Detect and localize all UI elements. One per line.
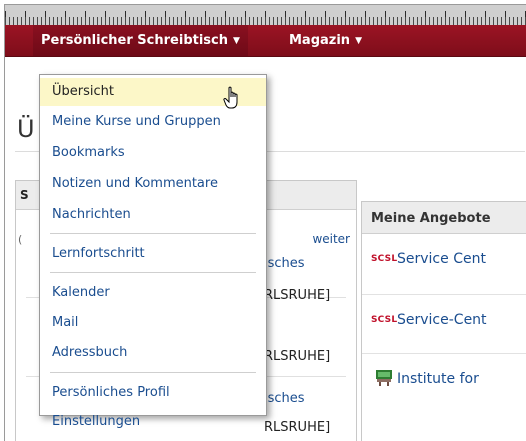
my-offers-title: Meine Angebote [371,211,491,226]
scsl-logo-icon: SCSL [371,254,398,264]
menu-item-calendar[interactable]: Kalender [40,279,266,307]
offer-item-3[interactable]: Institute for [362,354,526,412]
page-title: Ü [17,115,35,143]
menu-item-messages[interactable]: Nachrichten [40,201,266,229]
ruler-strip [5,5,526,25]
offer-item-2[interactable]: SCSL Service-Cent [362,295,526,353]
offer-link[interactable]: Institute for [397,371,479,387]
more-link[interactable]: weiter [312,232,350,246]
main-menu-bar: Persönlicher Schreibtisch ▼ Magazin ▼ [5,25,526,57]
menu-personal-desktop-label: Persönlicher Schreibtisch [41,33,228,48]
menu-personal-desktop[interactable]: Persönlicher Schreibtisch ▼ [33,25,248,56]
browser-viewport: Persönlicher Schreibtisch ▼ Magazin ▼ Ü S … [4,4,526,441]
menu-item-my-courses[interactable]: Meine Kurse und Gruppen [40,108,266,136]
left-panel-paren: ( [18,233,23,246]
caret-down-icon: ▼ [355,36,362,46]
personal-desktop-dropdown: Übersicht Meine Kurse und Gruppen Bookma… [39,74,267,429]
menu-item-bookmarks[interactable]: Bookmarks [40,139,266,167]
list-item-fragment: RLSRUHE] [264,288,331,303]
list-item-fragment[interactable]: isches [264,256,305,271]
menu-magazin[interactable]: Magazin ▼ [283,25,368,56]
menu-separator [50,272,256,273]
list-item-fragment[interactable]: isches [264,391,305,406]
institute-icon [376,370,392,386]
menu-separator [50,372,256,373]
list-item-fragment: RLSRUHE] [264,420,331,435]
hand-cursor-icon [223,86,238,109]
list-item-fragment: RLSRUHE] [264,349,331,364]
menu-separator [50,233,256,234]
menu-item-notes[interactable]: Notizen und Kommentare [40,170,266,198]
menu-item-profile[interactable]: Persönliches Profil [40,379,266,407]
my-offers-header: Meine Angebote [362,202,526,234]
caret-down-icon: ▼ [233,36,240,46]
offer-item-1[interactable]: SCSL Service Cent [362,234,526,292]
my-offers-panel: Meine Angebote SCSL Service Cent SCSL Se… [361,201,526,441]
menu-item-address-book[interactable]: Adressbuch [40,339,266,367]
menu-magazin-label: Magazin [289,33,351,48]
left-panel-title: S [20,188,29,202]
menu-item-settings[interactable]: Einstellungen [40,408,266,430]
menu-item-mail[interactable]: Mail [40,309,266,337]
menu-item-learning-progress[interactable]: Lernfortschritt [40,240,266,268]
offer-link[interactable]: Service Cent [397,251,486,267]
scsl-logo-icon: SCSL [371,315,398,325]
offer-link[interactable]: Service-Cent [397,312,487,328]
